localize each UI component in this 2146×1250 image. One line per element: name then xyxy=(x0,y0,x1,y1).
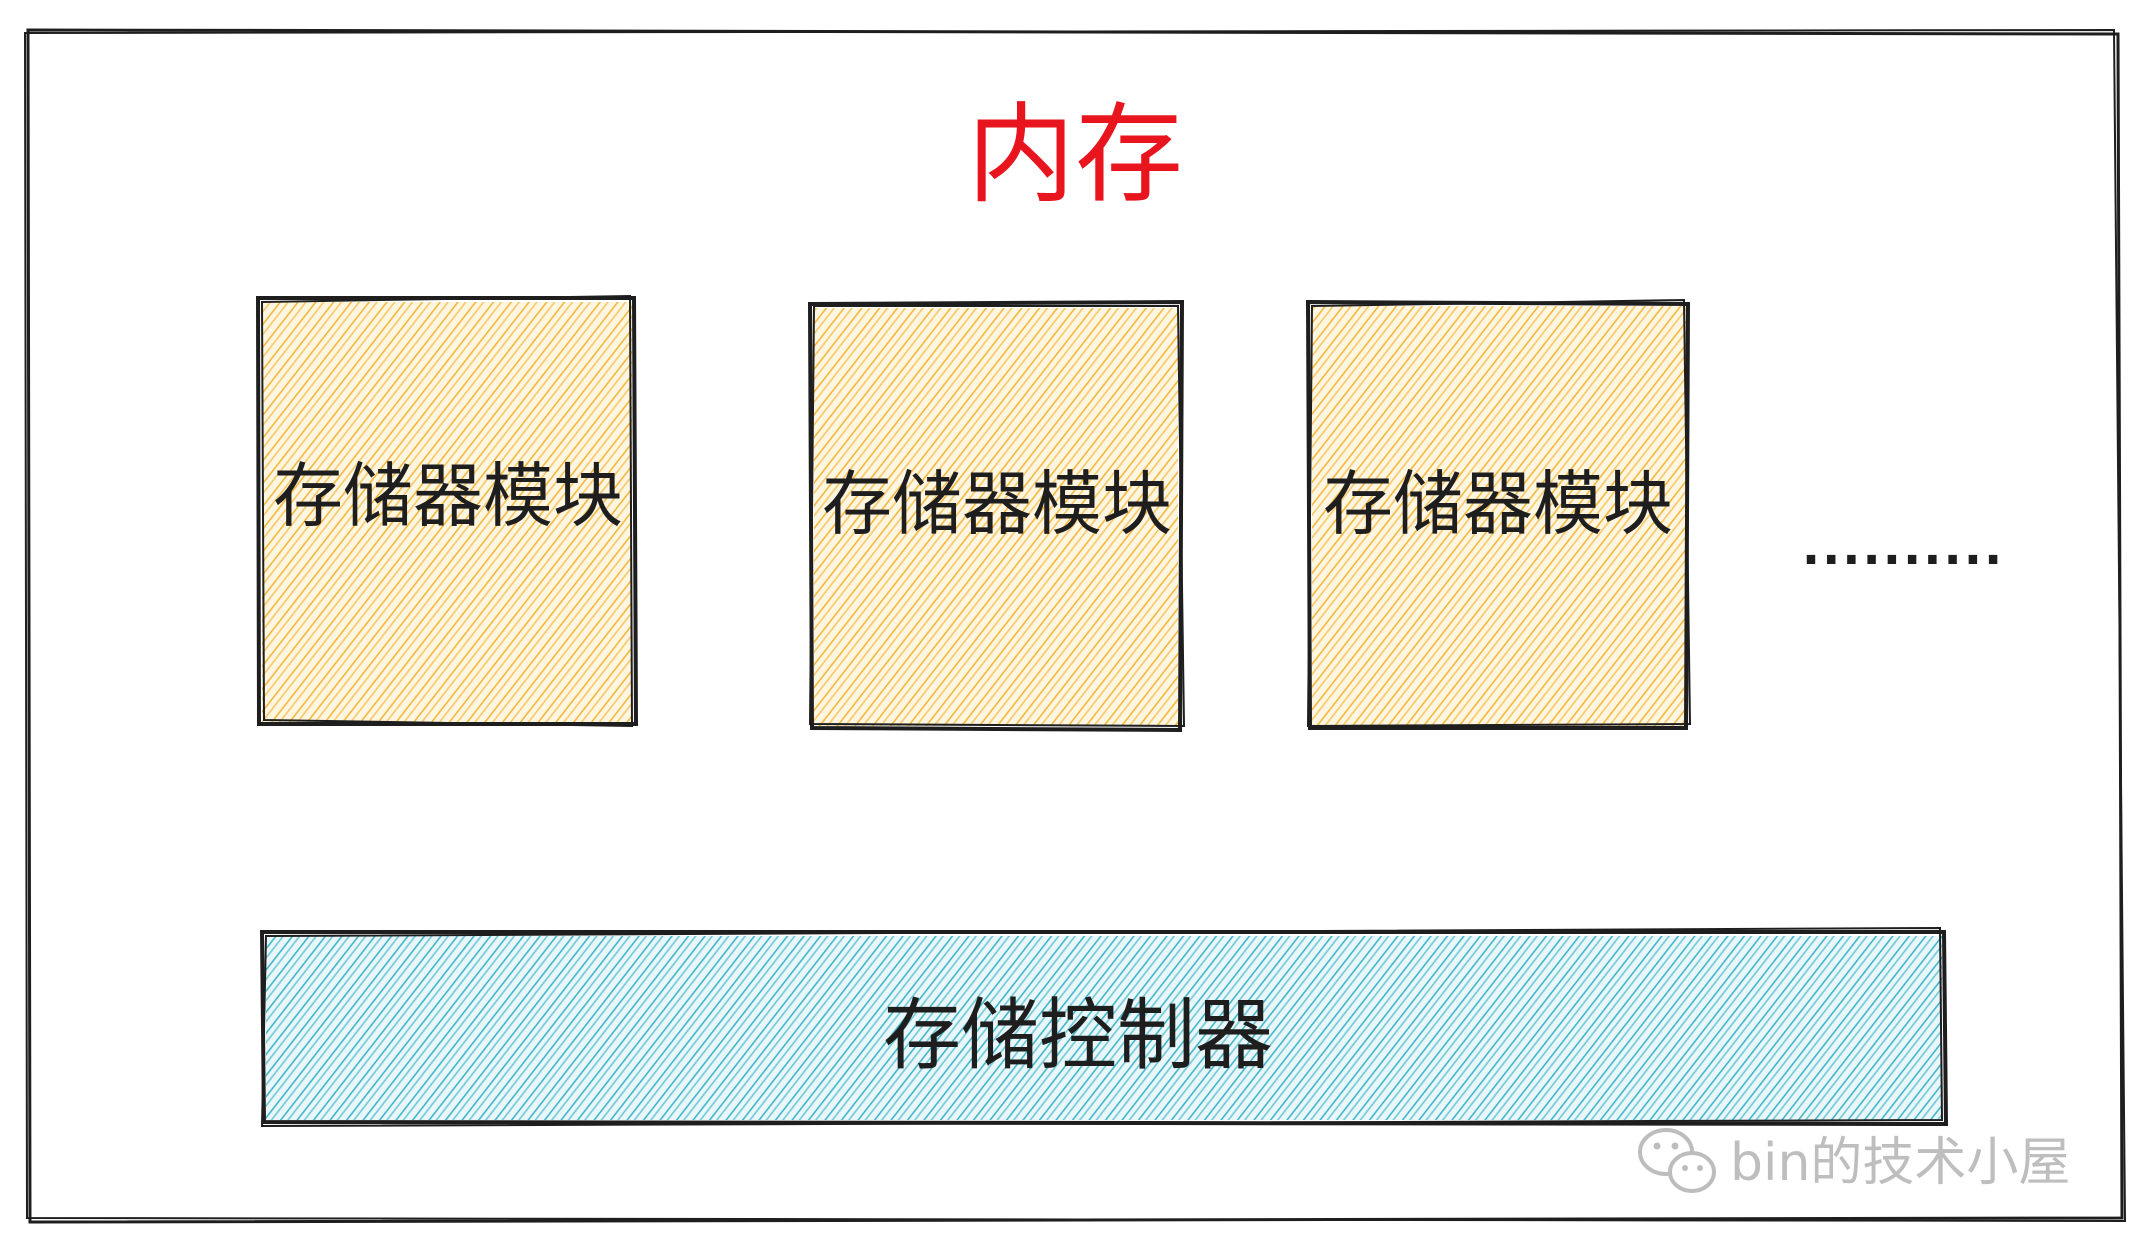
module-label: 存储器模块 xyxy=(273,455,623,537)
memory-module-3: 存储器模块 xyxy=(1305,298,1692,730)
watermark: bin的技术小屋 xyxy=(1638,1128,2070,1193)
diagram-svg: 内存 存储器模块 存储器模块 存储器模块 .......... 存储控制器 bi… xyxy=(23,28,2127,1224)
memory-module-2: 存储器模块 xyxy=(807,299,1186,733)
watermark-text: bin的技术小屋 xyxy=(1730,1133,2070,1193)
module-label: 存储器模块 xyxy=(1323,463,1673,545)
memory-title: 内存 xyxy=(967,93,1183,218)
memory-controller: 存储控制器 xyxy=(259,926,1949,1128)
memory-diagram: 内存 存储器模块 存储器模块 存储器模块 .......... 存储控制器 bi… xyxy=(0,0,2146,1246)
controller-label: 存储控制器 xyxy=(883,991,1273,1081)
module-label: 存储器模块 xyxy=(822,463,1172,545)
memory-module-1: 存储器模块 xyxy=(255,294,639,728)
more-modules-ellipsis: .......... xyxy=(1802,520,2004,576)
wechat-icon xyxy=(1638,1128,1716,1193)
